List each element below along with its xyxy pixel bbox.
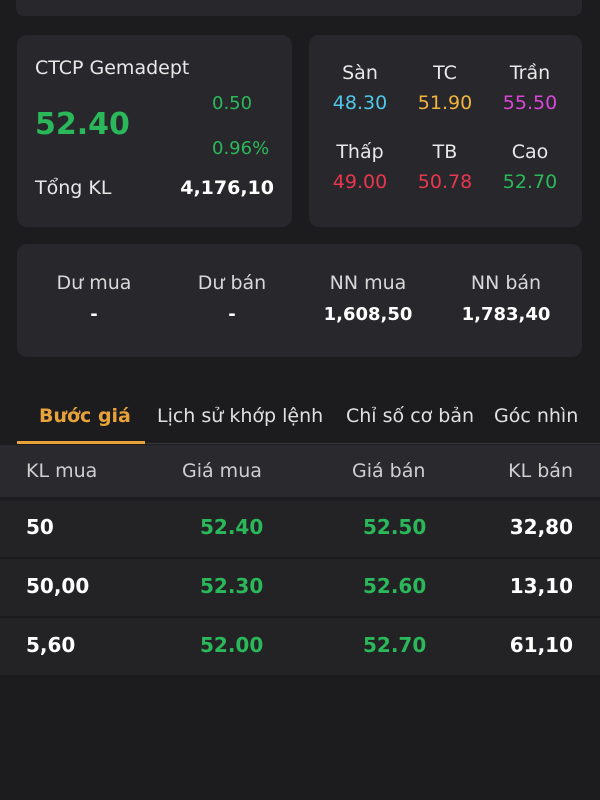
- table-row: 50,00 52.30 52.60 13,10: [0, 559, 600, 616]
- top-bar: [16, 0, 582, 16]
- tab-price-steps[interactable]: Bước giá: [39, 405, 131, 427]
- header-sell-volume: KL bán: [508, 460, 573, 482]
- average-price-value: 50.78: [417, 171, 473, 193]
- ceiling-price-value: 55.50: [502, 92, 558, 114]
- average-price: TB 50.78: [405, 141, 485, 193]
- active-tab-indicator: [17, 441, 145, 444]
- high-price-value: 52.70: [502, 171, 558, 193]
- low-price-label: Thấp: [336, 141, 384, 163]
- floor-price-label: Sàn: [342, 62, 378, 84]
- buy-volume: 5,60: [26, 633, 76, 657]
- average-price-label: TB: [432, 141, 458, 163]
- price-change: 0.50: [212, 93, 253, 114]
- foreign-sell-label: NN bán: [470, 272, 542, 294]
- foreign-sell-value: 1,783,40: [461, 304, 551, 325]
- sell-price: 52.50: [363, 515, 427, 539]
- current-price: 52.40: [35, 107, 130, 142]
- sell-surplus: Dư bán -: [162, 272, 302, 325]
- market-stats-card: Dư mua - Dư bán - NN mua 1,608,50 NN bán…: [17, 244, 582, 357]
- sell-surplus-label: Dư bán: [197, 272, 267, 294]
- floor-price-value: 48.30: [332, 92, 388, 114]
- header-buy-volume: KL mua: [26, 460, 98, 482]
- buy-price: 52.30: [200, 574, 264, 598]
- foreign-buy-label: NN mua: [329, 272, 407, 294]
- header-sell-price: Giá bán: [352, 460, 426, 482]
- foreign-buy-value: 1,608,50: [323, 304, 413, 325]
- company-name: CTCP Gemadept: [35, 57, 190, 79]
- total-volume-value: 4,176,10: [180, 177, 274, 199]
- reference-price-value: 51.90: [417, 92, 473, 114]
- ceiling-price-label: Trần: [509, 62, 551, 84]
- sell-price: 52.60: [363, 574, 427, 598]
- table-row: 50 52.40 52.50 32,80: [0, 500, 600, 557]
- header-buy-price: Giá mua: [182, 460, 262, 482]
- sell-volume: 32,80: [509, 515, 573, 539]
- reference-prices-card: Sàn 48.30 TC 51.90 Trần 55.50 Thấp 49.00…: [309, 35, 582, 227]
- price-change-percent: 0.96%: [212, 138, 270, 159]
- table-row: 5,60 52.00 52.70 61,10: [0, 618, 600, 675]
- buy-volume: 50: [26, 515, 54, 539]
- sell-surplus-value: -: [228, 304, 236, 325]
- tab-match-history[interactable]: Lịch sử khớp lệnh: [157, 405, 323, 427]
- sell-price: 52.70: [363, 633, 427, 657]
- buy-surplus: Dư mua -: [24, 272, 164, 325]
- stock-summary-card: CTCP Gemadept 52.40 0.50 0.96% Tổng KL 4…: [17, 35, 292, 227]
- tab-perspective[interactable]: Góc nhìn: [494, 405, 578, 427]
- reference-price-label: TC: [433, 62, 457, 84]
- tab-fundamentals[interactable]: Chỉ số cơ bản: [346, 405, 474, 427]
- high-price: Cao 52.70: [490, 141, 570, 193]
- ceiling-price: Trần 55.50: [490, 62, 570, 114]
- buy-volume: 50,00: [26, 574, 90, 598]
- reference-price: TC 51.90: [405, 62, 485, 114]
- low-price-value: 49.00: [332, 171, 388, 193]
- buy-surplus-value: -: [90, 304, 98, 325]
- sell-volume: 13,10: [509, 574, 573, 598]
- total-volume-label: Tổng KL: [35, 177, 112, 199]
- sell-volume: 61,10: [509, 633, 573, 657]
- foreign-sell: NN bán 1,783,40: [436, 272, 576, 325]
- buy-price: 52.00: [200, 633, 264, 657]
- foreign-buy: NN mua 1,608,50: [298, 272, 438, 325]
- floor-price: Sàn 48.30: [320, 62, 400, 114]
- order-book-header: KL mua Giá mua Giá bán KL bán: [0, 445, 600, 497]
- tab-bar: Bước giá Lịch sử khớp lệnh Chỉ số cơ bản…: [17, 395, 600, 445]
- high-price-label: Cao: [511, 141, 549, 163]
- buy-price: 52.40: [200, 515, 264, 539]
- buy-surplus-label: Dư mua: [56, 272, 132, 294]
- low-price: Thấp 49.00: [320, 141, 400, 193]
